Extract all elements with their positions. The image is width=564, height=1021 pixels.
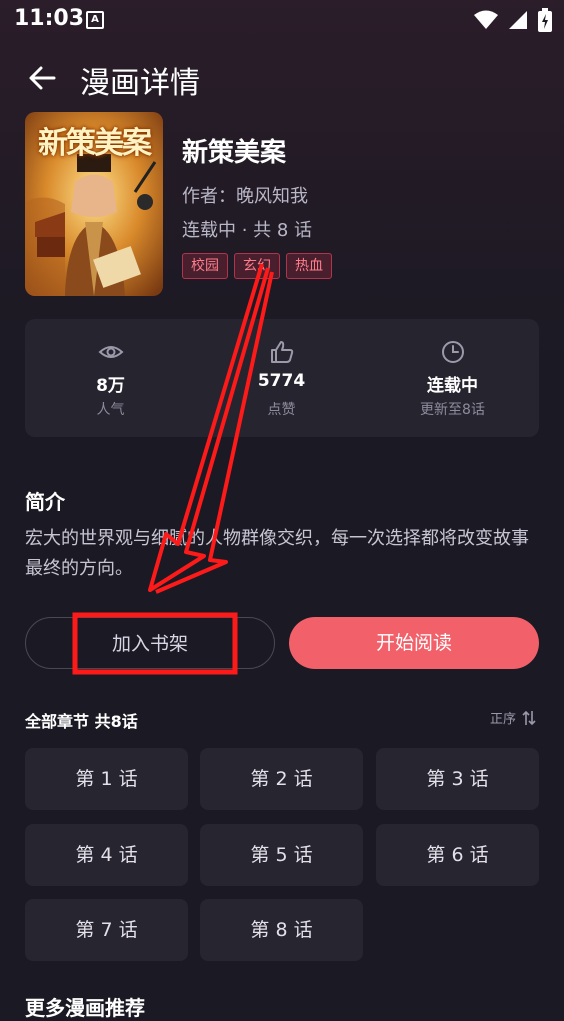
notification-icon: A	[86, 11, 104, 29]
chapters-heading: 全部章节 共8话	[25, 712, 138, 731]
add-to-shelf-button[interactable]: 加入书架	[25, 617, 275, 669]
top-app-bar: 漫画详情	[0, 52, 564, 104]
signal-icon	[509, 11, 527, 29]
tag[interactable]: 热血	[286, 253, 332, 279]
sort-icon	[522, 710, 536, 725]
more-heading: 更多漫画推荐	[25, 996, 145, 1020]
tag[interactable]: 玄幻	[234, 253, 280, 279]
stat-value: 连载中	[427, 376, 478, 396]
stat-label: 点赞	[267, 402, 296, 418]
page-title: 漫画详情	[80, 66, 200, 101]
chapter-button[interactable]: 第 7 话	[25, 899, 188, 961]
back-arrow-icon[interactable]	[26, 62, 58, 94]
chapter-button[interactable]: 第 8 话	[200, 899, 363, 961]
intro-heading: 简介	[25, 490, 65, 514]
cover-title: 新策美案	[38, 126, 152, 161]
stat-likes: 5774 点赞	[196, 319, 367, 437]
clock-icon	[442, 341, 464, 363]
stat-update: 连载中 更新至8话	[367, 319, 538, 437]
stats-card: 8万 人气 5774 点赞 连载中 更新至8话	[25, 319, 539, 437]
chapter-button[interactable]: 第 5 话	[200, 824, 363, 886]
chapter-button[interactable]: 第 4 话	[25, 824, 188, 886]
chapter-button[interactable]: 第 2 话	[200, 748, 363, 810]
comic-cover[interactable]: 新策美案	[25, 112, 163, 296]
chapter-button[interactable]: 第 1 话	[25, 748, 188, 810]
comic-status: 连载中 · 共 8 话	[182, 220, 313, 241]
comic-title: 新策美案	[182, 138, 287, 168]
chapter-button[interactable]: 第 6 话	[376, 824, 539, 886]
sort-toggle[interactable]: 正序	[490, 708, 536, 727]
thumbs-up-icon	[271, 341, 294, 363]
wifi-icon	[474, 10, 498, 29]
start-reading-button[interactable]: 开始阅读	[289, 617, 539, 669]
stat-value: 8万	[96, 376, 125, 396]
chapter-button[interactable]: 第 3 话	[376, 748, 539, 810]
comic-author: 作者：晚风知我	[182, 186, 308, 207]
stat-value: 5774	[257, 371, 306, 391]
intro-text: 宏大的世界观与细腻的人物群像交织，每一次选择都将改变故事最终的方向。	[25, 528, 529, 579]
stat-label: 更新至8话	[420, 402, 485, 418]
eye-icon	[98, 346, 124, 358]
sort-label: 正序	[489, 712, 516, 727]
battery-icon	[538, 8, 552, 32]
status-time: 11:03	[14, 6, 85, 31]
tag[interactable]: 校园	[182, 253, 228, 279]
status-bar: 11:03 A	[0, 0, 564, 40]
stat-label: 人气	[96, 402, 125, 418]
tag-list: 校园 玄幻 热血	[182, 253, 332, 279]
stat-popularity: 8万 人气	[25, 319, 196, 437]
system-icons	[474, 8, 552, 32]
